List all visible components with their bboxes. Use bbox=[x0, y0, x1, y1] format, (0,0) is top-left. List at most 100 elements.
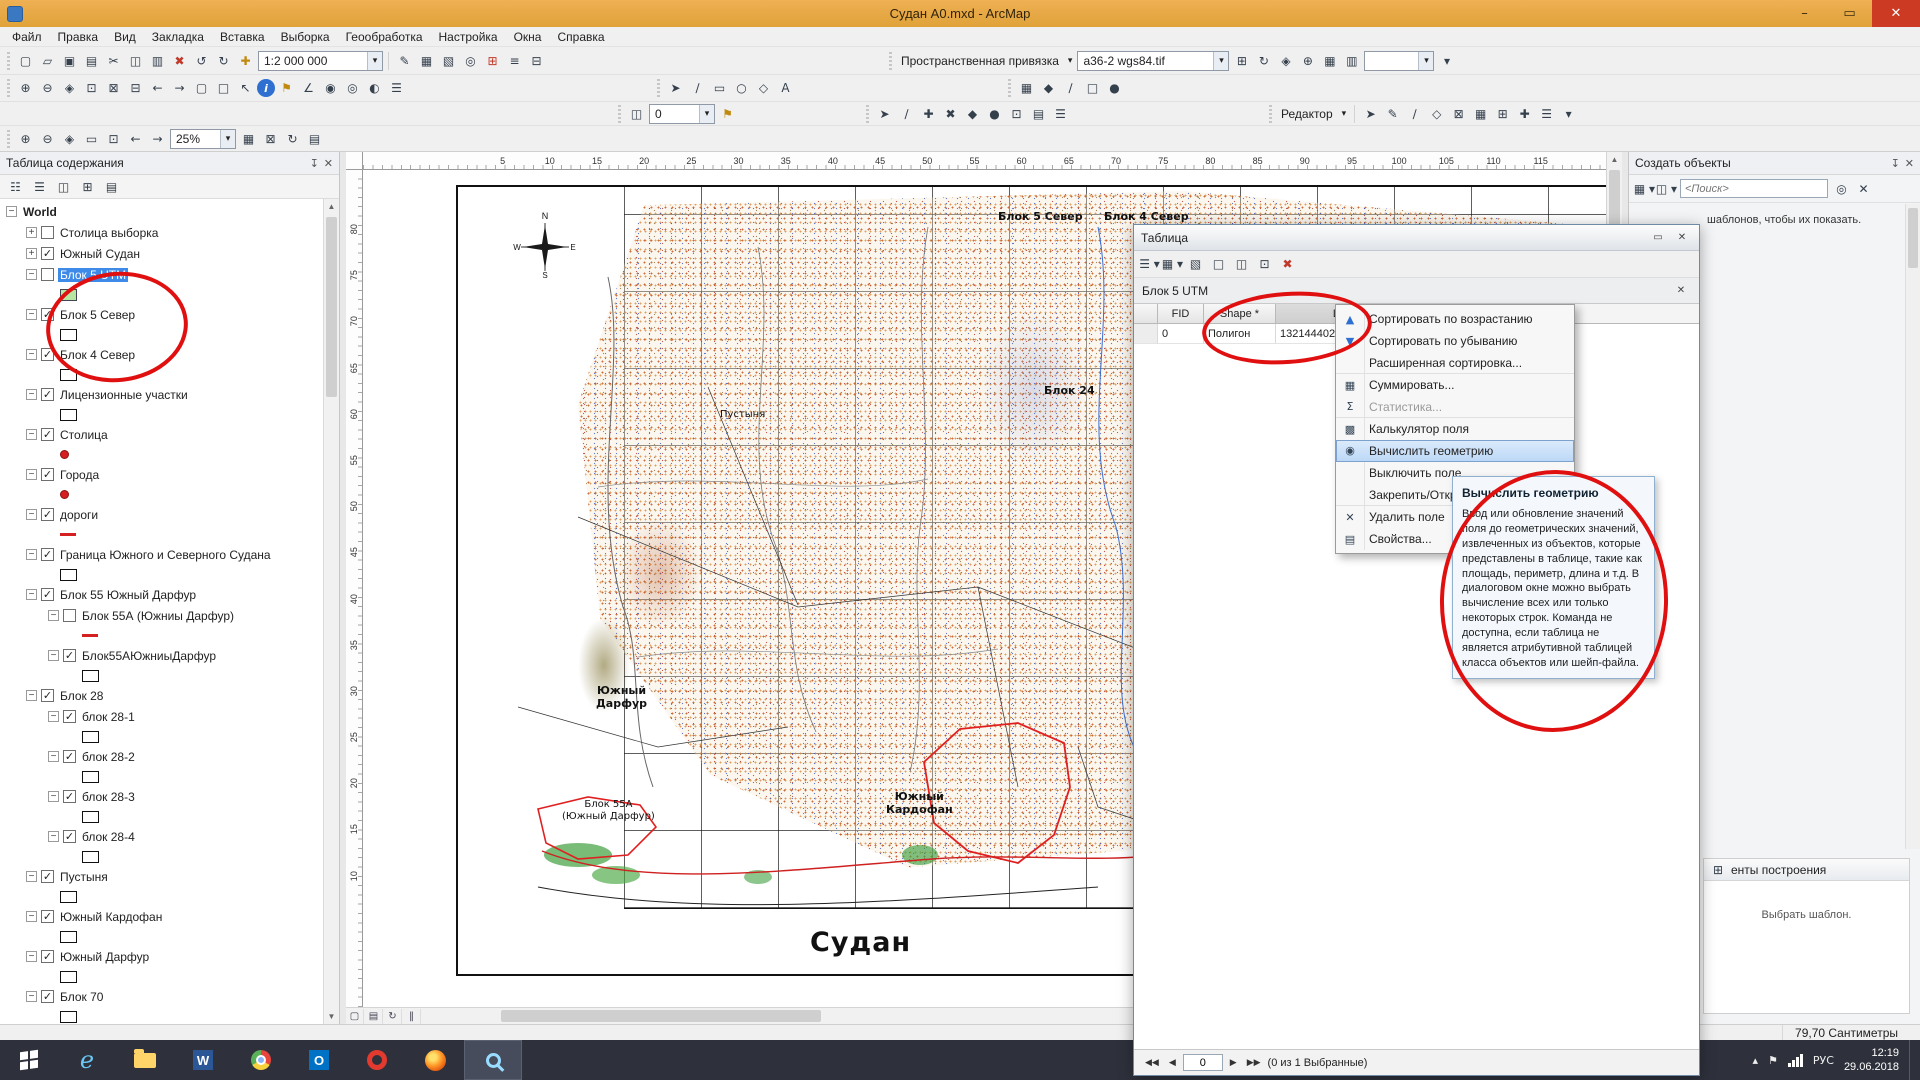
table-options-menu[interactable]: ☰ ▾ bbox=[1139, 254, 1160, 275]
organize-templates-button[interactable]: ▦ ▾ bbox=[1634, 178, 1655, 199]
menu-item[interactable]: Закладка bbox=[144, 28, 212, 46]
next-extent-button[interactable]: → bbox=[169, 78, 190, 99]
layer-checkbox[interactable] bbox=[63, 649, 76, 662]
layer-label[interactable]: Лицензионные участки bbox=[58, 388, 190, 402]
cell-fid[interactable]: 0 bbox=[1158, 324, 1204, 344]
firefox-icon[interactable] bbox=[406, 1040, 464, 1080]
chrome-icon[interactable] bbox=[232, 1040, 290, 1080]
list-by-source-button[interactable]: ☰ bbox=[29, 176, 50, 197]
toolbar-grip[interactable] bbox=[889, 51, 892, 70]
layer-symbol[interactable] bbox=[60, 930, 77, 943]
start-button[interactable] bbox=[0, 1040, 58, 1080]
georef-shift-button[interactable]: ◈ bbox=[1275, 50, 1296, 71]
sketch-properties-button[interactable]: ▤ bbox=[1028, 103, 1049, 124]
toc-layer[interactable]: блок 28-4 bbox=[0, 826, 323, 866]
expander-icon[interactable] bbox=[26, 248, 37, 259]
zoom-in-tool[interactable]: ⊕ bbox=[15, 78, 36, 99]
expander-icon[interactable] bbox=[26, 309, 37, 320]
layer-symbol[interactable] bbox=[60, 568, 77, 581]
menu-item[interactable]: Выборка bbox=[273, 28, 338, 46]
layer-checkbox[interactable] bbox=[41, 428, 54, 441]
next-record-button[interactable]: ▶ bbox=[1227, 1056, 1240, 1070]
previous-record-button[interactable]: ◀ bbox=[1166, 1056, 1179, 1070]
chevron-down-icon[interactable]: ▾ bbox=[1418, 51, 1434, 70]
snap-edge-button[interactable]: ∕ bbox=[1060, 78, 1081, 99]
layer-checkbox[interactable] bbox=[63, 830, 76, 843]
editor-edit-tool[interactable]: ➤ bbox=[1360, 103, 1381, 124]
layer-symbol[interactable] bbox=[60, 368, 77, 381]
layer-label[interactable]: дороги bbox=[58, 508, 100, 522]
search-go-button[interactable]: ◎ bbox=[1831, 178, 1852, 199]
menu-item[interactable]: Файл bbox=[4, 28, 50, 46]
snap-end-button[interactable]: ● bbox=[1104, 78, 1125, 99]
layer-label[interactable]: блок 28-3 bbox=[80, 790, 137, 804]
menu-summarize[interactable]: ▦ Суммировать... bbox=[1336, 374, 1574, 396]
layer-label[interactable]: Блок 5 Север bbox=[58, 308, 137, 322]
maximize-icon[interactable]: ▭ bbox=[1648, 229, 1668, 247]
ie-icon[interactable]: e bbox=[58, 1040, 116, 1080]
select-features-tool[interactable]: ▢ bbox=[191, 78, 212, 99]
editor-create-button[interactable]: ✚ bbox=[1514, 103, 1535, 124]
select-graphics-tool[interactable]: ➤ bbox=[665, 78, 686, 99]
layer-label[interactable]: World bbox=[21, 205, 59, 219]
open-button[interactable]: ▱ bbox=[37, 50, 58, 71]
chevron-down-icon[interactable]: ▾ bbox=[220, 129, 235, 148]
chevron-down-icon[interactable]: ▾ bbox=[1213, 51, 1229, 70]
layer-label[interactable]: блок 28-1 bbox=[80, 710, 137, 724]
layer-symbol[interactable] bbox=[60, 490, 69, 499]
expander-icon[interactable] bbox=[26, 269, 37, 280]
catalog-button[interactable]: ▧ bbox=[438, 50, 459, 71]
toc-layer[interactable]: блок 28-1 bbox=[0, 706, 323, 746]
save-button[interactable]: ▣ bbox=[59, 50, 80, 71]
close-icon[interactable]: ✕ bbox=[1671, 282, 1691, 300]
pan-tool[interactable]: ◈ bbox=[59, 78, 80, 99]
toc-options-button[interactable]: ▤ bbox=[101, 176, 122, 197]
search-window-button[interactable]: ◎ bbox=[460, 50, 481, 71]
layout-pan-tool[interactable]: ◈ bbox=[59, 128, 80, 149]
toolbar-grip[interactable] bbox=[7, 51, 10, 70]
zoom-out-tool[interactable]: ⊖ bbox=[37, 78, 58, 99]
toc-layer[interactable]: Южный Кардофан bbox=[0, 906, 323, 946]
draw-circle-tool[interactable]: ○ bbox=[731, 78, 752, 99]
menu-item[interactable]: Геообработка bbox=[338, 28, 431, 46]
delete-vertex-button[interactable]: ✖ bbox=[940, 103, 961, 124]
layer-checkbox[interactable] bbox=[63, 710, 76, 723]
expander-icon[interactable] bbox=[26, 690, 37, 701]
action-center-icon[interactable]: ⚑ bbox=[1768, 1054, 1778, 1067]
time-slider-button[interactable]: ◐ bbox=[364, 78, 385, 99]
delete-button[interactable]: ✖ bbox=[169, 50, 190, 71]
georeferencing-options-menu[interactable]: ▾ bbox=[1436, 50, 1457, 71]
table-window-titlebar[interactable]: Таблица ▭ ✕ bbox=[1134, 225, 1699, 251]
layer-symbol[interactable] bbox=[82, 770, 99, 783]
layer-checkbox[interactable] bbox=[63, 750, 76, 763]
print-button[interactable]: ▤ bbox=[81, 50, 102, 71]
opera-icon[interactable] bbox=[348, 1040, 406, 1080]
expander-icon[interactable] bbox=[26, 389, 37, 400]
show-hidden-icons-button[interactable]: ▴ bbox=[1753, 1054, 1759, 1067]
toc-layer[interactable]: World bbox=[0, 201, 323, 222]
layout-forward-button[interactable]: → bbox=[147, 128, 168, 149]
column-header-fid[interactable]: FID bbox=[1158, 304, 1204, 324]
close-button[interactable]: ✕ bbox=[1872, 0, 1920, 27]
editor-polygon-tool[interactable]: ◇ bbox=[1426, 103, 1447, 124]
georeferencing-cell-combo[interactable]: ▾ bbox=[1364, 50, 1435, 71]
pin-icon[interactable]: ↧ bbox=[1891, 157, 1900, 170]
layout-focus-button[interactable]: ⊠ bbox=[260, 128, 281, 149]
expander-icon[interactable] bbox=[26, 509, 37, 520]
expander-icon[interactable] bbox=[48, 650, 59, 661]
expander-icon[interactable] bbox=[48, 791, 59, 802]
toolbar-grip[interactable] bbox=[7, 129, 10, 148]
layer-symbol[interactable] bbox=[60, 408, 77, 421]
layer-label[interactable]: Города bbox=[58, 468, 101, 482]
layout-view-button[interactable]: ▤ bbox=[365, 1008, 383, 1024]
menu-item[interactable]: Настройка bbox=[431, 28, 506, 46]
expander-icon[interactable] bbox=[26, 951, 37, 962]
toolbar-grip[interactable] bbox=[7, 79, 10, 97]
editor-more-menu[interactable]: ☰ bbox=[1536, 103, 1557, 124]
toc-layer[interactable]: Блок 55А (Южниы Дарфур) bbox=[0, 605, 323, 645]
expander-icon[interactable] bbox=[48, 831, 59, 842]
layer-label[interactable]: Пустыня bbox=[58, 870, 110, 884]
map-scale-combo[interactable]: 1:2 000 000 ▾ bbox=[258, 50, 383, 71]
template-search-input[interactable] bbox=[1680, 179, 1828, 198]
viewer-window-button[interactable]: ◫ bbox=[626, 103, 647, 124]
